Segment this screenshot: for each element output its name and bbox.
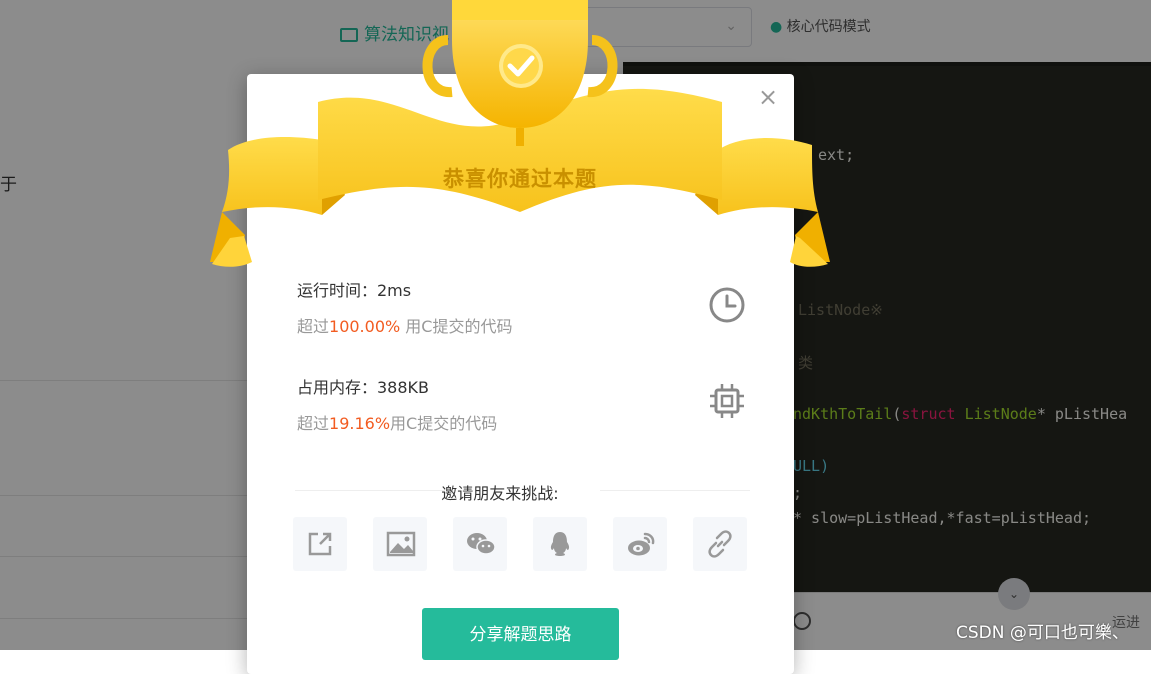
link-icon	[708, 530, 732, 558]
wechat-icon	[467, 533, 496, 555]
watermark: CSDN @可口也可樂、	[956, 623, 1129, 643]
share-image-button[interactable]	[373, 517, 427, 571]
share-weibo-button[interactable]	[613, 517, 667, 571]
share-external-icon	[308, 532, 332, 556]
weibo-icon	[628, 532, 655, 556]
image-icon	[386, 531, 416, 557]
share-qq-button[interactable]	[533, 517, 587, 571]
share-external-button[interactable]	[293, 517, 347, 571]
divider	[600, 490, 750, 491]
qq-icon	[550, 532, 570, 556]
share-link-button[interactable]	[693, 517, 747, 571]
trophy-icon	[210, 0, 830, 267]
invite-heading: 邀请朋友来挑战:	[441, 484, 559, 503]
memory-label: 占用内存：388KB	[297, 378, 430, 397]
success-title: 恭喜你通过本题	[443, 167, 597, 191]
memory-beat-text: 超过19.16%用C提交的代码	[297, 414, 498, 433]
runtime-percent: 100.00%	[329, 317, 401, 336]
clock-icon	[709, 287, 745, 323]
memory-percent: 19.16%	[329, 414, 391, 433]
share-wechat-button[interactable]	[453, 517, 507, 571]
runtime-label: 运行时间：2ms	[297, 281, 412, 300]
runtime-beat-text: 超过100.00% 用C提交的代码	[297, 317, 513, 336]
share-solution-button[interactable]: 分享解题思路	[422, 608, 619, 660]
chip-icon	[710, 384, 744, 418]
